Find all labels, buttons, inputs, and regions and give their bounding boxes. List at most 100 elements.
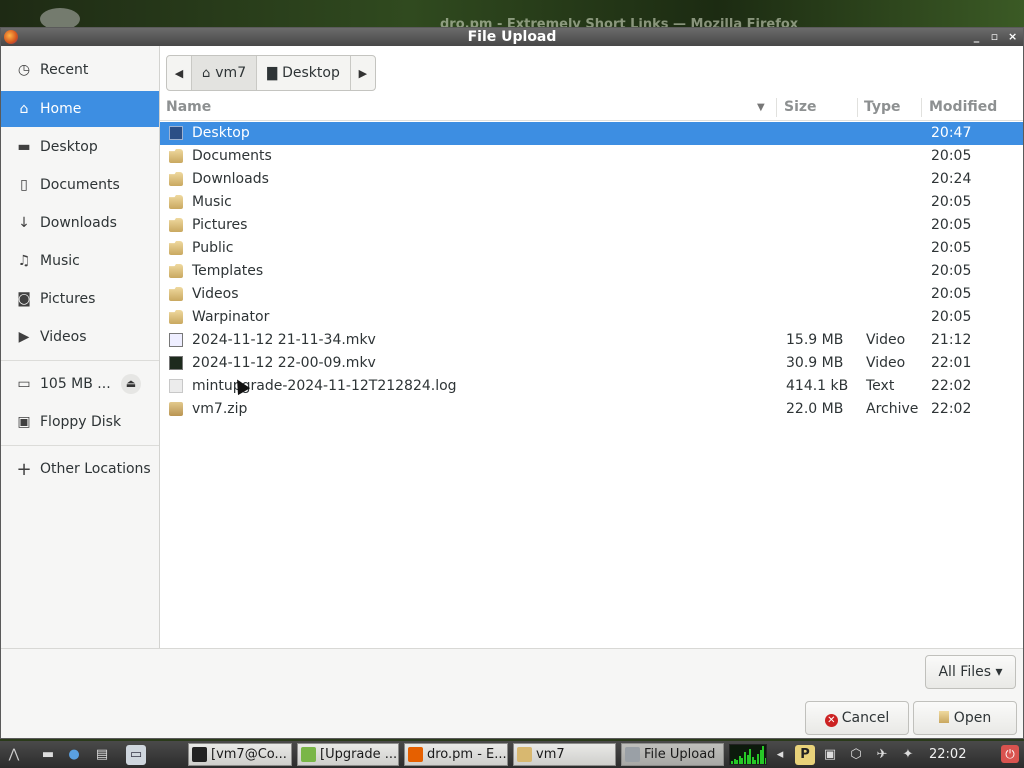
update-manager-icon[interactable]: ▣ [820,745,840,765]
file-row[interactable]: mintupgrade-2024-11-12T212824.log 414.1 k… [160,375,1023,398]
titlebar[interactable]: File Upload _ ▫ × [1,28,1023,46]
file-row[interactable]: Pictures 20:05 [160,214,1023,237]
windows-icon[interactable]: ▤ [92,745,112,765]
file-size: 15.9 MB [786,332,844,348]
background-blob [40,8,80,28]
file-name: Pictures [192,217,248,233]
column-header-type[interactable]: Type [864,95,901,120]
taskbar-task[interactable]: [vm7@Co... [188,743,292,766]
sidebar-item-recent[interactable]: ◷ Recent [1,52,159,88]
folder-icon [169,287,183,301]
column-header-modified[interactable]: Modified [929,95,997,120]
sort-descending-icon: ▼ [757,102,765,113]
start-menu-icon[interactable]: ⋀ [4,745,24,765]
file-modified: 22:02 [931,378,972,394]
sidebar-item-label: Floppy Disk [40,414,122,430]
path-back-button[interactable]: ◀ [167,56,191,90]
taskbar-task[interactable]: [Upgrade ... [297,743,399,766]
sidebar-item-105mb-drive[interactable]: ▭ 105 MB ... ⏏ [1,366,159,402]
close-button[interactable]: × [1008,28,1017,46]
download-icon: ↓ [18,215,30,231]
window-list-icon[interactable]: ▭ [126,745,146,765]
taskbar-task[interactable]: File Upload [621,743,724,766]
breadcrumb-label: Desktop [282,65,340,81]
sidebar-item-music[interactable]: ♫ Music [1,243,159,279]
sidebar-item-label: Documents [40,177,120,193]
file-row[interactable]: Downloads 20:24 [160,168,1023,191]
cancel-icon: ✕ [824,714,838,727]
breadcrumb-vm7[interactable]: ⌂ vm7 [191,56,257,90]
open-button[interactable]: Open [913,701,1017,735]
folder-icon [938,711,949,723]
browser-launcher-icon[interactable]: ● [64,745,84,765]
sidebar-item-home[interactable]: ⌂ Home [1,91,159,127]
file-row[interactable]: Desktop 20:47 [160,122,1023,145]
clock[interactable]: 22:02 [929,741,966,768]
breadcrumb-label: vm7 [215,65,247,81]
network-icon[interactable]: ◂ [770,745,790,765]
file-row[interactable]: Templates 20:05 [160,260,1023,283]
eject-icon[interactable]: ⏏ [121,374,141,394]
file-size: 30.9 MB [786,355,844,371]
wifi-icon[interactable]: ✈ [872,745,892,765]
file-name: Documents [192,148,272,164]
task-label: [vm7@Co... [211,747,287,762]
music-icon: ♫ [17,253,31,269]
sidebar-item-desktop[interactable]: ▬ Desktop [1,129,159,165]
file-name: Videos [192,286,239,302]
sidebar-item-pictures[interactable]: ◙ Pictures [1,281,159,317]
background-firefox-window: dro.pm - Extremely Short Links — Mozilla… [0,0,1024,28]
path-forward-button[interactable]: ▶ [349,56,375,90]
sidebar-item-label: Other Locations [40,461,151,477]
sidebar-item-label: Videos [40,329,87,345]
file-row[interactable]: 2024-11-12 21-11-34.mkv 15.9 MB Video 21:12 [160,329,1023,352]
folder-icon [169,264,183,278]
breadcrumb-desktop[interactable]: ▇ Desktop [256,56,350,90]
file-filter-dropdown[interactable]: All Files ▾ [925,655,1016,689]
show-desktop-icon[interactable]: ▬ [38,745,58,765]
file-row[interactable]: Videos 20:05 [160,283,1023,306]
column-header-name[interactable]: Name [166,95,211,120]
file-name: Downloads [192,171,269,187]
file-row[interactable]: Documents 20:05 [160,145,1023,168]
clipboard-p-icon[interactable]: P [795,745,815,765]
power-icon[interactable]: ⏻ [1001,745,1019,763]
file-size: 414.1 kB [786,378,849,394]
file-row[interactable]: Music 20:05 [160,191,1023,214]
file-modified: 20:05 [931,240,972,256]
settings-gear-icon[interactable]: ✦ [898,745,918,765]
file-modified: 22:02 [931,401,972,417]
file-modified: 21:12 [931,332,972,348]
sidebar-item-label: Home [40,101,82,117]
cancel-button[interactable]: ✕ Cancel [805,701,909,735]
file-row[interactable]: Warpinator 20:05 [160,306,1023,329]
file-modified: 20:05 [931,148,972,164]
dialog-title: File Upload [467,29,557,45]
chevron-down-icon: ▾ [995,664,1003,680]
sidebar-item-floppy-disk[interactable]: ▣ Floppy Disk [1,404,159,440]
file-list-header: Name ▼ Size Type Modified [160,95,1023,121]
home-icon: ⌂ [19,101,29,117]
sidebar-item-documents[interactable]: ▯ Documents [1,167,159,203]
file-name: vm7.zip [192,401,248,417]
sidebar-item-videos[interactable]: ▶ Videos [1,319,159,355]
minimize-button[interactable]: _ [972,28,981,46]
sidebar-item-downloads[interactable]: ↓ Downloads [1,205,159,241]
file-row[interactable]: 2024-11-12 22-00-09.mkv 30.9 MB Video 22:01 [160,352,1023,375]
maximize-button[interactable]: ▫ [990,28,999,46]
clock-icon: ◷ [17,62,31,78]
file-name: mintupgrade-2024-11-12T212824.log [192,378,457,394]
shield-icon[interactable]: ⬡ [846,745,866,765]
column-header-size[interactable]: Size [784,95,817,120]
sidebar-item-label: Pictures [40,291,96,307]
cancel-label: Cancel [841,710,890,726]
file-size: 22.0 MB [786,401,844,417]
task-label: dro.pm - E... [427,747,507,762]
file-row[interactable]: Public 20:05 [160,237,1023,260]
taskbar-task[interactable]: dro.pm - E... [404,743,508,766]
sidebar-item-other-locations[interactable]: + Other Locations [1,451,159,487]
file-name: Public [192,240,234,256]
file-row[interactable]: vm7.zip 22.0 MB Archive 22:02 [160,398,1023,421]
folder-icon: ▇ [267,65,278,81]
taskbar-task[interactable]: vm7 [513,743,616,766]
